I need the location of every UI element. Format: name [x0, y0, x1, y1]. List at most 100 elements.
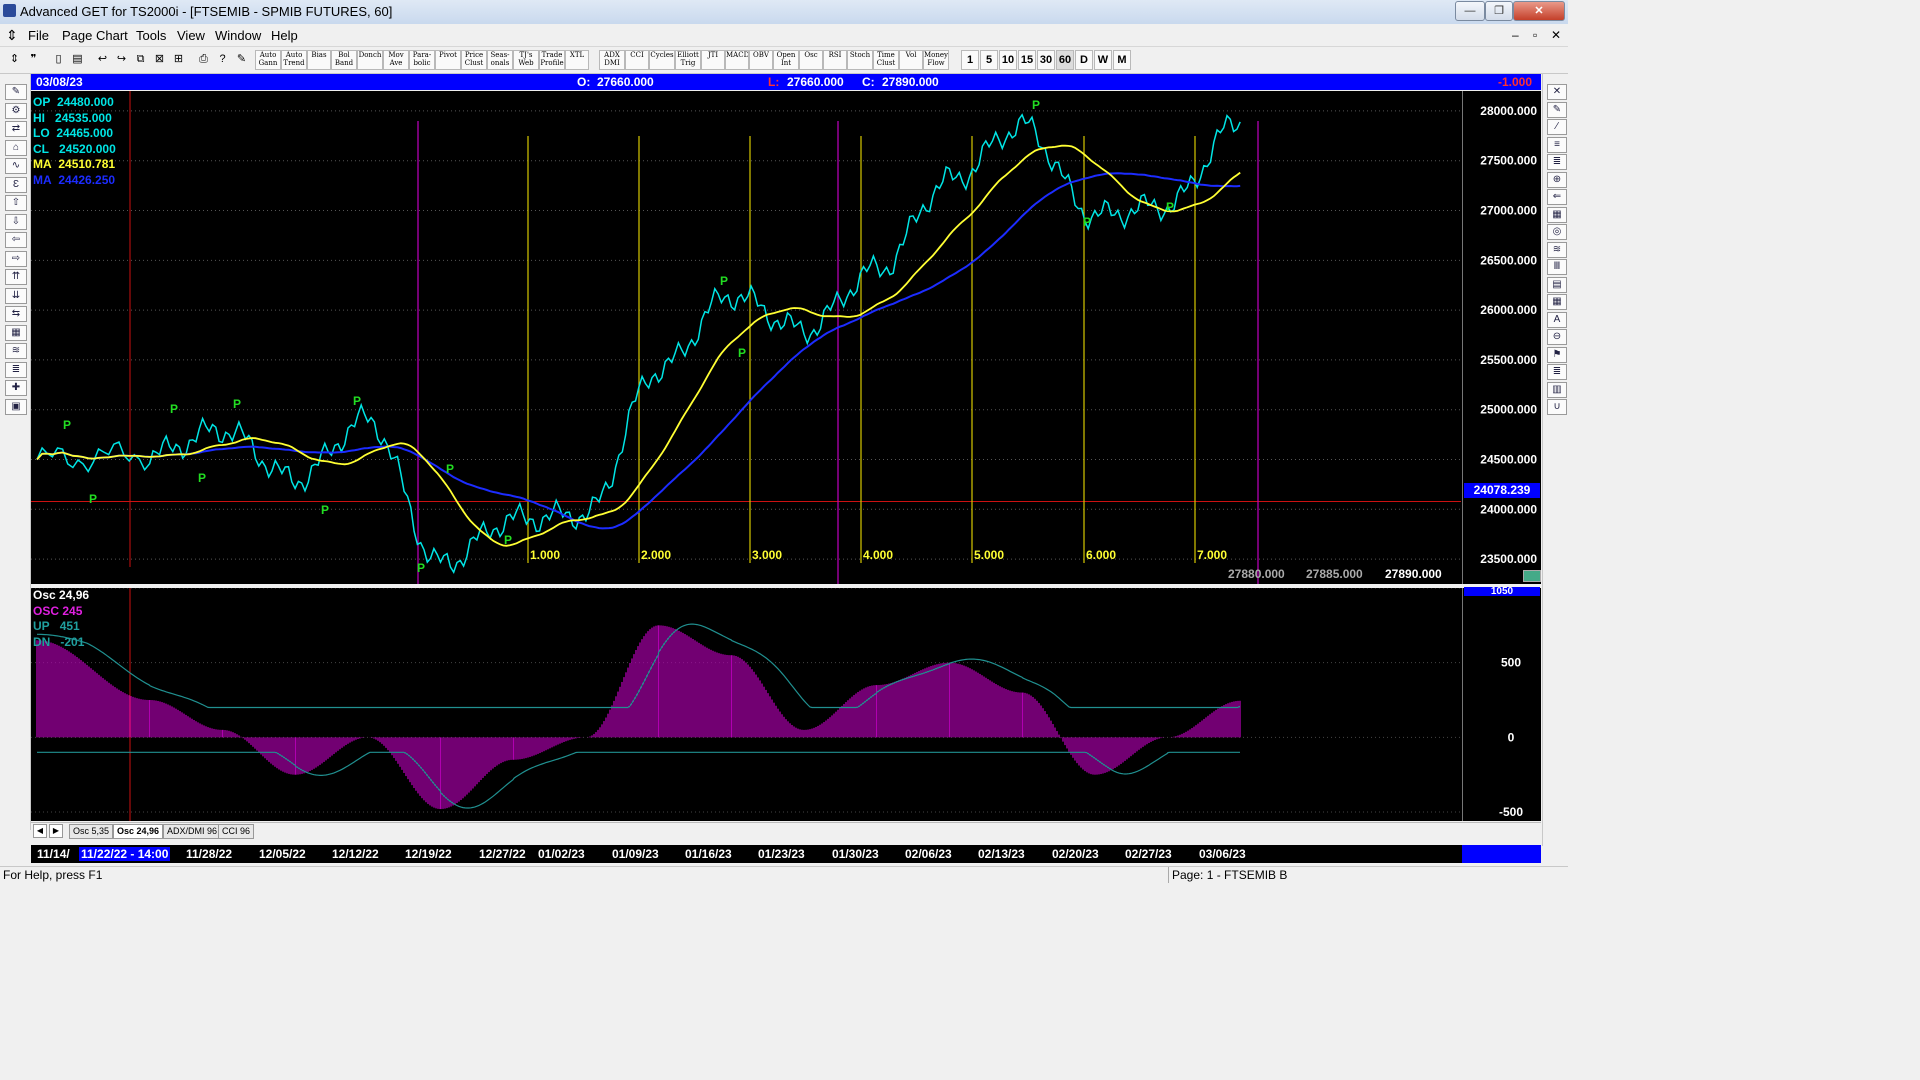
left-tool-icon-5[interactable]: Ɛ: [5, 176, 27, 193]
right-tool-icon-7[interactable]: ▦: [1547, 206, 1567, 223]
restore-button[interactable]: ❐: [1485, 1, 1513, 21]
price-chart[interactable]: P P P P P P P P P P P P P P P 1.000 2.000 3.000 4.000 5.00…: [31, 91, 1541, 584]
indicator-button-cci[interactable]: CCI: [625, 50, 649, 70]
right-tool-icon-18[interactable]: ∪: [1547, 399, 1567, 415]
left-tool-icon-14[interactable]: ≋: [5, 343, 27, 359]
indicator-button-obv[interactable]: OBV: [749, 50, 773, 70]
right-tool-icon-14[interactable]: ⊖: [1547, 329, 1567, 345]
indicator-button-adx-dmi[interactable]: ADX DMI: [599, 50, 625, 70]
mdi-close-button[interactable]: ✕: [1551, 28, 1561, 42]
toolbar-icon-8[interactable]: ⊞: [170, 51, 187, 68]
left-tool-icon-10[interactable]: ⇈: [5, 269, 27, 285]
interval-button-15[interactable]: 15: [1018, 50, 1036, 70]
indicator-button-bias[interactable]: Bias: [307, 50, 331, 70]
menu-tools[interactable]: Tools: [136, 28, 166, 43]
toolbar-icon-9[interactable]: ⎙: [195, 51, 212, 68]
tab-cci-96[interactable]: CCI 96: [218, 824, 255, 839]
indicator-button-money-flow[interactable]: Money Flow: [923, 50, 949, 70]
right-tool-icon-8[interactable]: ◎: [1547, 224, 1567, 240]
menu-help[interactable]: Help: [271, 28, 298, 43]
indicator-button-vol[interactable]: Vol: [899, 50, 923, 70]
right-tool-icon-10[interactable]: Ⅲ: [1547, 259, 1567, 275]
indicator-button-pivot[interactable]: Pivot: [435, 50, 461, 70]
right-tool-icon-6[interactable]: ⇐: [1547, 189, 1567, 205]
right-tool-icon-13[interactable]: A: [1547, 311, 1567, 328]
indicator-button-para-bolic[interactable]: Para-bolic: [409, 50, 435, 70]
left-tool-icon-11[interactable]: ⇊: [5, 287, 27, 304]
indicator-button-stoch[interactable]: Stoch: [847, 50, 873, 70]
oscillator-panel[interactable]: 10005000-500 1050 Osc 24,96 OSC 245 UP 4…: [31, 587, 1541, 821]
indicator-button-xtl[interactable]: XTL: [565, 50, 589, 70]
price-chart-panel[interactable]: P P P P P P P P P P P P P P P 1.000 2.000 3.000 4.000 5.00…: [31, 91, 1541, 584]
indicator-button-price-clust[interactable]: Price Clust: [461, 50, 487, 70]
close-button[interactable]: ✕: [1513, 1, 1565, 21]
left-tool-icon-13[interactable]: ▦: [5, 324, 27, 341]
indicator-button-auto-trend[interactable]: Auto Trend: [281, 50, 307, 70]
left-tool-icon-17[interactable]: ▣: [5, 398, 27, 415]
indicator-button-elliott-trig[interactable]: Elliott Trig: [675, 50, 701, 70]
left-tool-icon-1[interactable]: ⚙: [5, 102, 27, 119]
interval-button-30[interactable]: 30: [1037, 50, 1055, 70]
interval-button-m[interactable]: M: [1113, 50, 1131, 70]
indicator-button-osc[interactable]: Osc: [799, 50, 823, 70]
toolbar-icon-5[interactable]: ↪: [113, 51, 130, 68]
menu-chart[interactable]: Chart: [96, 28, 128, 43]
right-tool-icon-0[interactable]: ✕: [1547, 84, 1567, 100]
tab-scroll-left-icon[interactable]: ◀: [33, 824, 47, 838]
tab-osc-24-96[interactable]: Osc 24,96: [113, 824, 164, 839]
right-tool-icon-12[interactable]: ▦: [1547, 294, 1567, 310]
toolbar-icon-0[interactable]: ⇕: [6, 51, 23, 68]
left-tool-icon-8[interactable]: ⇦: [5, 232, 27, 248]
interval-button-1[interactable]: 1: [961, 50, 979, 70]
indicator-button-time-clust[interactable]: Time Clust: [873, 50, 899, 70]
tab-scroll-right-icon[interactable]: ▶: [49, 824, 63, 838]
interval-button-w[interactable]: W: [1094, 50, 1112, 70]
indicator-button-open-int[interactable]: Open Int: [773, 50, 799, 70]
mdi-restore-button[interactable]: ▫: [1533, 28, 1537, 42]
right-tool-icon-9[interactable]: ≋: [1547, 241, 1567, 258]
indicator-button-jti[interactable]: JTI: [701, 50, 725, 70]
indicator-button-seas-onals[interactable]: Seas-onals: [487, 50, 513, 70]
left-tool-icon-7[interactable]: ⇩: [5, 213, 27, 230]
interval-button-5[interactable]: 5: [980, 50, 998, 70]
toolbar-icon-11[interactable]: ✎: [233, 51, 250, 68]
indicator-button-auto-gann[interactable]: Auto Gann: [255, 50, 281, 70]
toolbar-icon-10[interactable]: ?: [214, 51, 231, 68]
right-tool-icon-3[interactable]: ≡: [1547, 136, 1567, 153]
right-tool-icon-17[interactable]: ▥: [1547, 381, 1567, 398]
tab-adx-dmi-96[interactable]: ADX/DMI 96: [163, 824, 222, 839]
right-tool-icon-4[interactable]: ≣: [1547, 154, 1567, 170]
interval-button-60[interactable]: 60: [1056, 50, 1074, 70]
left-tool-icon-3[interactable]: ⌂: [5, 139, 27, 156]
interval-button-d[interactable]: D: [1075, 50, 1093, 70]
indicator-button-mov-ave[interactable]: Mov Ave: [383, 50, 409, 70]
right-tool-icon-15[interactable]: ⚑: [1547, 346, 1567, 363]
menu-window[interactable]: Window: [215, 28, 261, 43]
interval-button-10[interactable]: 10: [999, 50, 1017, 70]
mdi-minimize-button[interactable]: –: [1512, 28, 1519, 42]
tab-osc-5-35[interactable]: Osc 5,35: [69, 824, 114, 839]
right-tool-icon-16[interactable]: ≣: [1547, 364, 1567, 380]
chart-scroll-icon[interactable]: [1523, 570, 1541, 582]
left-tool-icon-0[interactable]: ✎: [5, 84, 27, 100]
minimize-button[interactable]: —: [1455, 1, 1485, 21]
indicator-button-trade-profile[interactable]: Trade Profile: [539, 50, 565, 70]
toolbar-icon-2[interactable]: ▯: [50, 51, 67, 68]
toolbar-icon-6[interactable]: ⧉: [132, 51, 149, 68]
right-tool-icon-2[interactable]: ∕: [1547, 119, 1567, 135]
menu-file[interactable]: File: [28, 28, 49, 43]
indicator-button-bol-band[interactable]: Bol Band: [331, 50, 357, 70]
right-tool-icon-1[interactable]: ✎: [1547, 101, 1567, 118]
menu-view[interactable]: View: [177, 28, 205, 43]
indicator-button-donch[interactable]: Donch: [357, 50, 383, 70]
toolbar-icon-7[interactable]: ⊠: [151, 51, 168, 68]
indicator-button-macd[interactable]: MACD: [725, 50, 749, 70]
left-tool-icon-15[interactable]: ≣: [5, 361, 27, 378]
left-tool-icon-6[interactable]: ⇧: [5, 195, 27, 211]
right-tool-icon-11[interactable]: ▤: [1547, 276, 1567, 293]
left-tool-icon-9[interactable]: ⇨: [5, 250, 27, 267]
indicator-button-rsi[interactable]: RSI: [823, 50, 847, 70]
left-tool-icon-4[interactable]: ∿: [5, 158, 27, 174]
toolbar-icon-4[interactable]: ↩: [94, 51, 111, 68]
left-tool-icon-16[interactable]: ✚: [5, 380, 27, 396]
